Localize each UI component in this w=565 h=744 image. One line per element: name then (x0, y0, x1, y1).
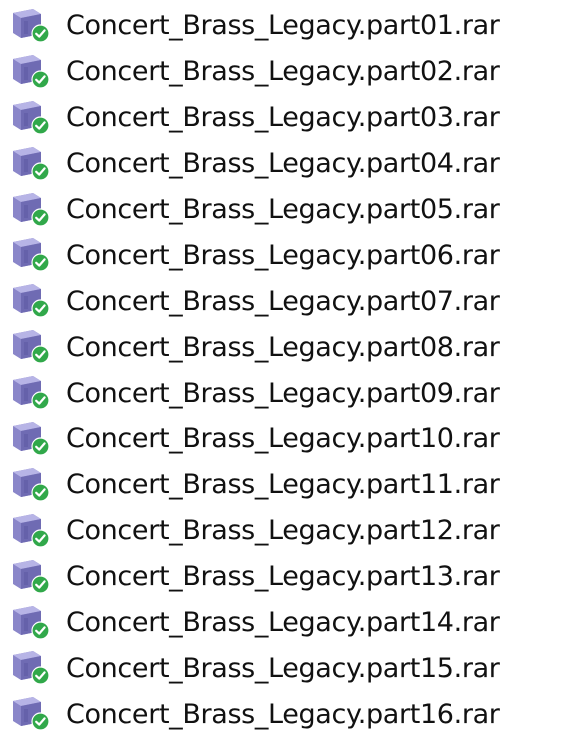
list-item[interactable]: Concert_Brass_Legacy.part05.rar (0, 187, 565, 233)
file-name: Concert_Brass_Legacy.part10.rar (66, 423, 500, 455)
list-item[interactable]: Concert_Brass_Legacy.part06.rar (0, 232, 565, 278)
file-name: Concert_Brass_Legacy.part06.rar (66, 239, 500, 271)
file-list: Concert_Brass_Legacy.part01.rar Concert_B… (0, 0, 565, 737)
file-name: Concert_Brass_Legacy.part03.rar (66, 102, 500, 134)
file-name: Concert_Brass_Legacy.part08.rar (66, 331, 500, 363)
archive-icon (11, 281, 59, 321)
file-name: Concert_Brass_Legacy.part05.rar (66, 194, 500, 225)
list-item[interactable]: Concert_Brass_Legacy.part09.rar (0, 370, 565, 416)
list-item[interactable]: Concert_Brass_Legacy.part16.rar (0, 691, 565, 737)
list-item[interactable]: Concert_Brass_Legacy.part14.rar (0, 600, 565, 646)
list-item[interactable]: Concert_Brass_Legacy.part01.rar (0, 3, 565, 49)
archive-icon (11, 190, 59, 230)
file-name: Concert_Brass_Legacy.part09.rar (66, 377, 500, 409)
archive-icon (11, 694, 59, 734)
archive-icon (11, 144, 59, 184)
list-item[interactable]: Concert_Brass_Legacy.part07.rar (0, 278, 565, 324)
archive-icon (11, 419, 59, 459)
list-item[interactable]: Concert_Brass_Legacy.part04.rar (0, 141, 565, 187)
list-item[interactable]: Concert_Brass_Legacy.part15.rar (0, 645, 565, 691)
file-name: Concert_Brass_Legacy.part12.rar (66, 515, 500, 547)
archive-icon (11, 511, 59, 551)
archive-icon (11, 52, 59, 92)
archive-icon (11, 557, 59, 597)
file-name: Concert_Brass_Legacy.part16.rar (66, 698, 500, 730)
list-item[interactable]: Concert_Brass_Legacy.part12.rar (0, 508, 565, 554)
file-name: Concert_Brass_Legacy.part13.rar (66, 561, 500, 593)
file-name: Concert_Brass_Legacy.part04.rar (66, 148, 500, 180)
list-item[interactable]: Concert_Brass_Legacy.part11.rar (0, 462, 565, 508)
list-item[interactable]: Concert_Brass_Legacy.part13.rar (0, 554, 565, 600)
archive-icon (11, 603, 59, 643)
archive-icon (11, 648, 59, 688)
list-item[interactable]: Concert_Brass_Legacy.part08.rar (0, 324, 565, 370)
file-name: Concert_Brass_Legacy.part02.rar (66, 56, 500, 88)
file-name: Concert_Brass_Legacy.part14.rar (66, 607, 500, 639)
file-name: Concert_Brass_Legacy.part11.rar (66, 469, 500, 501)
file-name: Concert_Brass_Legacy.part01.rar (66, 10, 500, 42)
file-name: Concert_Brass_Legacy.part07.rar (66, 285, 500, 317)
archive-icon (11, 98, 59, 138)
list-item[interactable]: Concert_Brass_Legacy.part02.rar (0, 49, 565, 95)
list-item[interactable]: Concert_Brass_Legacy.part03.rar (0, 95, 565, 141)
archive-icon (11, 235, 59, 275)
list-item[interactable]: Concert_Brass_Legacy.part10.rar (0, 416, 565, 462)
archive-icon (11, 327, 59, 367)
archive-icon (11, 373, 59, 413)
archive-icon (11, 6, 59, 46)
archive-icon (11, 465, 59, 505)
file-name: Concert_Brass_Legacy.part15.rar (66, 652, 500, 684)
